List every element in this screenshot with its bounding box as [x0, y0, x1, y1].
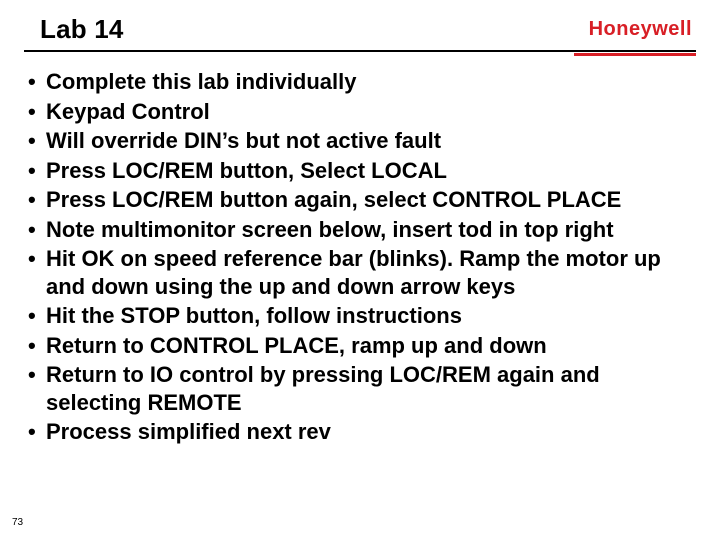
page-number: 73	[12, 517, 23, 528]
slide: Lab 14 Honeywell Complete this lab indiv…	[0, 0, 720, 540]
list-item: Complete this lab individually	[28, 68, 692, 96]
list-item: Return to IO control by pressing LOC/REM…	[28, 361, 692, 416]
list-item: Hit OK on speed reference bar (blinks). …	[28, 245, 692, 300]
list-item: Process simplified next rev	[28, 418, 692, 446]
list-item: Press LOC/REM button, Select LOCAL	[28, 157, 692, 185]
content: Complete this lab individually Keypad Co…	[28, 66, 692, 448]
list-item: Will override DIN’s but not active fault	[28, 127, 692, 155]
page-title: Lab 14	[40, 14, 124, 45]
list-item: Press LOC/REM button again, select CONTR…	[28, 186, 692, 214]
list-item: Return to CONTROL PLACE, ramp up and dow…	[28, 332, 692, 360]
header: Lab 14 Honeywell	[0, 0, 720, 50]
bullet-list: Complete this lab individually Keypad Co…	[28, 68, 692, 446]
divider-accent	[574, 53, 696, 56]
list-item: Hit the STOP button, follow instructions	[28, 302, 692, 330]
list-item: Keypad Control	[28, 98, 692, 126]
brand-wordmark: Honeywell	[589, 18, 692, 41]
list-item: Note multimonitor screen below, insert t…	[28, 216, 692, 244]
divider-dark	[24, 50, 696, 52]
